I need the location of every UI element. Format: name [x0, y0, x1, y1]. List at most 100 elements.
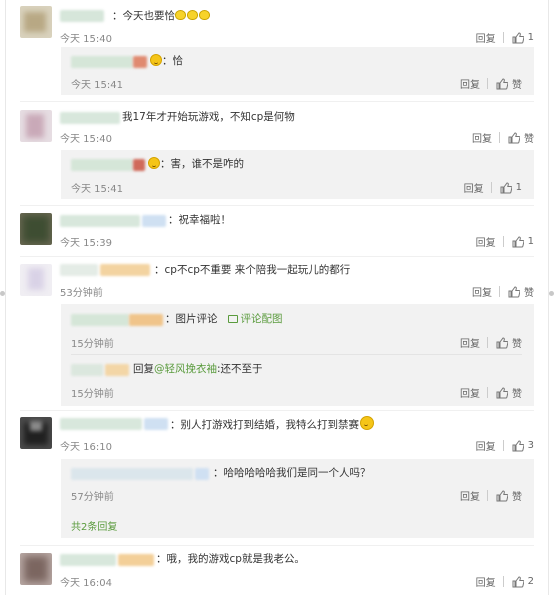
user-badge-blurred: [195, 468, 209, 480]
avatar[interactable]: [20, 417, 52, 449]
username-blurred[interactable]: [60, 264, 98, 276]
like-icon[interactable]: [496, 336, 508, 349]
username-blurred[interactable]: [60, 10, 104, 22]
like-count[interactable]: 赞: [512, 76, 522, 91]
user-badge-blurred: [118, 554, 154, 566]
mention-link[interactable]: @轻风挽衣袖: [154, 363, 217, 375]
username-blurred[interactable]: [60, 215, 140, 227]
like-icon[interactable]: [512, 575, 524, 588]
comment-item: ：哦，我的游戏cp就是我老公。 今天 16:04 回复 2: [20, 553, 534, 589]
comment-actions: 回复 赞: [472, 284, 534, 299]
comment-item: ：cp不cp不重要 来个陪我一起玩儿的都行 53分钟前 回复 赞: [20, 264, 534, 300]
like-icon[interactable]: [496, 386, 508, 399]
reply-button[interactable]: 回复: [460, 385, 480, 400]
comment-text-body: cp不cp不重要 来个陪我一起玩儿的都行: [164, 264, 351, 276]
separator: [20, 545, 534, 546]
comment-item: ：祝幸福啦！ 今天 15:39 回复 1: [20, 213, 534, 249]
comment-text-body: 别人打游戏打到结婚，我特么打到禁赛: [180, 419, 360, 431]
avatar[interactable]: [20, 6, 52, 38]
username-blurred[interactable]: [71, 159, 133, 171]
like-icon[interactable]: [512, 439, 524, 452]
avatar[interactable]: [20, 264, 52, 296]
emoji-icon: [150, 54, 162, 66]
username-blurred[interactable]: [60, 418, 142, 430]
username-blurred[interactable]: [71, 56, 133, 68]
reply-time: 15分钟前: [71, 339, 114, 350]
separator: [20, 410, 534, 411]
image-comment-link-text[interactable]: 评论配图: [241, 313, 283, 325]
reply-text: ：害，谁不是咋的: [147, 157, 244, 171]
resize-handle-right[interactable]: [549, 291, 554, 296]
comment-text: ：cp不cp不重要 来个陪我一起玩儿的都行: [154, 264, 351, 276]
comment-item: 我17年才开始玩游戏，不知cp是何物 今天 15:40 回复 赞: [20, 110, 534, 146]
like-count[interactable]: 2: [528, 576, 534, 587]
comment-panel: ：今天也要恰 今天 15:40 回复 1 ：恰 今天 15:41 回复 赞 我1…: [5, 0, 549, 595]
like-icon[interactable]: [496, 489, 508, 502]
username-blurred[interactable]: [71, 364, 103, 376]
lemon-emoji-icon: [187, 10, 198, 20]
avatar[interactable]: [20, 110, 52, 142]
like-icon[interactable]: [500, 181, 512, 194]
comment-time: 53分钟前: [60, 288, 103, 299]
like-count[interactable]: 赞: [512, 335, 522, 350]
user-badge-blurred: [133, 159, 145, 171]
more-replies-link[interactable]: 共2条回复: [71, 518, 117, 533]
like-count[interactable]: 赞: [512, 488, 522, 503]
username-blurred[interactable]: [71, 314, 129, 326]
like-icon[interactable]: [508, 131, 520, 144]
comment-item: ：别人打游戏打到结婚，我特么打到禁赛 今天 16:10 回复 3: [20, 416, 534, 453]
reply-actions: 回复 赞: [460, 385, 522, 400]
like-icon[interactable]: [508, 285, 520, 298]
comment-actions: 回复 1: [476, 234, 534, 249]
picture-icon: [227, 315, 238, 323]
avatar[interactable]: [20, 213, 52, 245]
divider: [490, 182, 492, 193]
reply-button[interactable]: 回复: [460, 76, 480, 91]
reply-button[interactable]: 回复: [472, 284, 492, 299]
username-blurred[interactable]: [60, 112, 120, 124]
comment-actions: 回复 2: [476, 574, 534, 589]
reply-text-body: 恰: [172, 55, 184, 67]
reply-button[interactable]: 回复: [464, 180, 484, 195]
comment-text: ：祝幸福啦！: [168, 214, 232, 226]
reply-text: ：哈哈哈哈哈我们是同一个人吗？: [213, 467, 371, 479]
like-count[interactable]: 1: [516, 182, 522, 193]
reply-button[interactable]: 回复: [460, 488, 480, 503]
resize-handle-left[interactable]: [0, 291, 5, 296]
reply-text: 回复@轻风挽衣袖:还不至于: [133, 362, 263, 376]
like-count[interactable]: 1: [528, 236, 534, 247]
image-comment-link[interactable]: 评论配图: [227, 313, 283, 325]
reply-button[interactable]: 回复: [476, 234, 496, 249]
divider: [502, 576, 504, 587]
comment-time: 今天 16:10: [60, 442, 112, 453]
like-count[interactable]: 3: [528, 440, 534, 451]
lemon-emoji-icon: [199, 10, 210, 20]
reply-box: ：图片评论 评论配图 15分钟前 回复 赞 回复@轻风挽衣袖:还不至于 15分钟…: [61, 304, 534, 406]
username-blurred[interactable]: [71, 468, 193, 480]
reply-button[interactable]: 回复: [476, 438, 496, 453]
reply-button[interactable]: 回复: [472, 130, 492, 145]
comment-time: 今天 15:40: [60, 34, 112, 45]
like-count[interactable]: 1: [528, 32, 534, 43]
comment-actions: 回复 1: [476, 30, 534, 45]
comment-text-body: 祝幸福啦！: [178, 214, 232, 226]
like-icon[interactable]: [512, 235, 524, 248]
like-count[interactable]: 赞: [524, 130, 534, 145]
reply-button[interactable]: 回复: [460, 335, 480, 350]
reply-actions: 回复 赞: [460, 335, 522, 350]
avatar[interactable]: [20, 553, 52, 585]
comment-time: 今天 16:04: [60, 578, 112, 589]
like-icon[interactable]: [496, 77, 508, 90]
comment-time: 今天 15:40: [60, 134, 112, 145]
reply-button[interactable]: 回复: [476, 30, 496, 45]
comment-text: ：今天也要恰: [112, 9, 211, 23]
reply-button[interactable]: 回复: [476, 574, 496, 589]
username-blurred[interactable]: [60, 554, 116, 566]
reply-time: 今天 15:41: [71, 80, 123, 91]
reply-text: ：恰: [149, 54, 183, 68]
like-icon[interactable]: [512, 31, 524, 44]
separator: [71, 354, 522, 355]
reply-actions: 回复 赞: [460, 488, 522, 503]
like-count[interactable]: 赞: [524, 284, 534, 299]
like-count[interactable]: 赞: [512, 385, 522, 400]
